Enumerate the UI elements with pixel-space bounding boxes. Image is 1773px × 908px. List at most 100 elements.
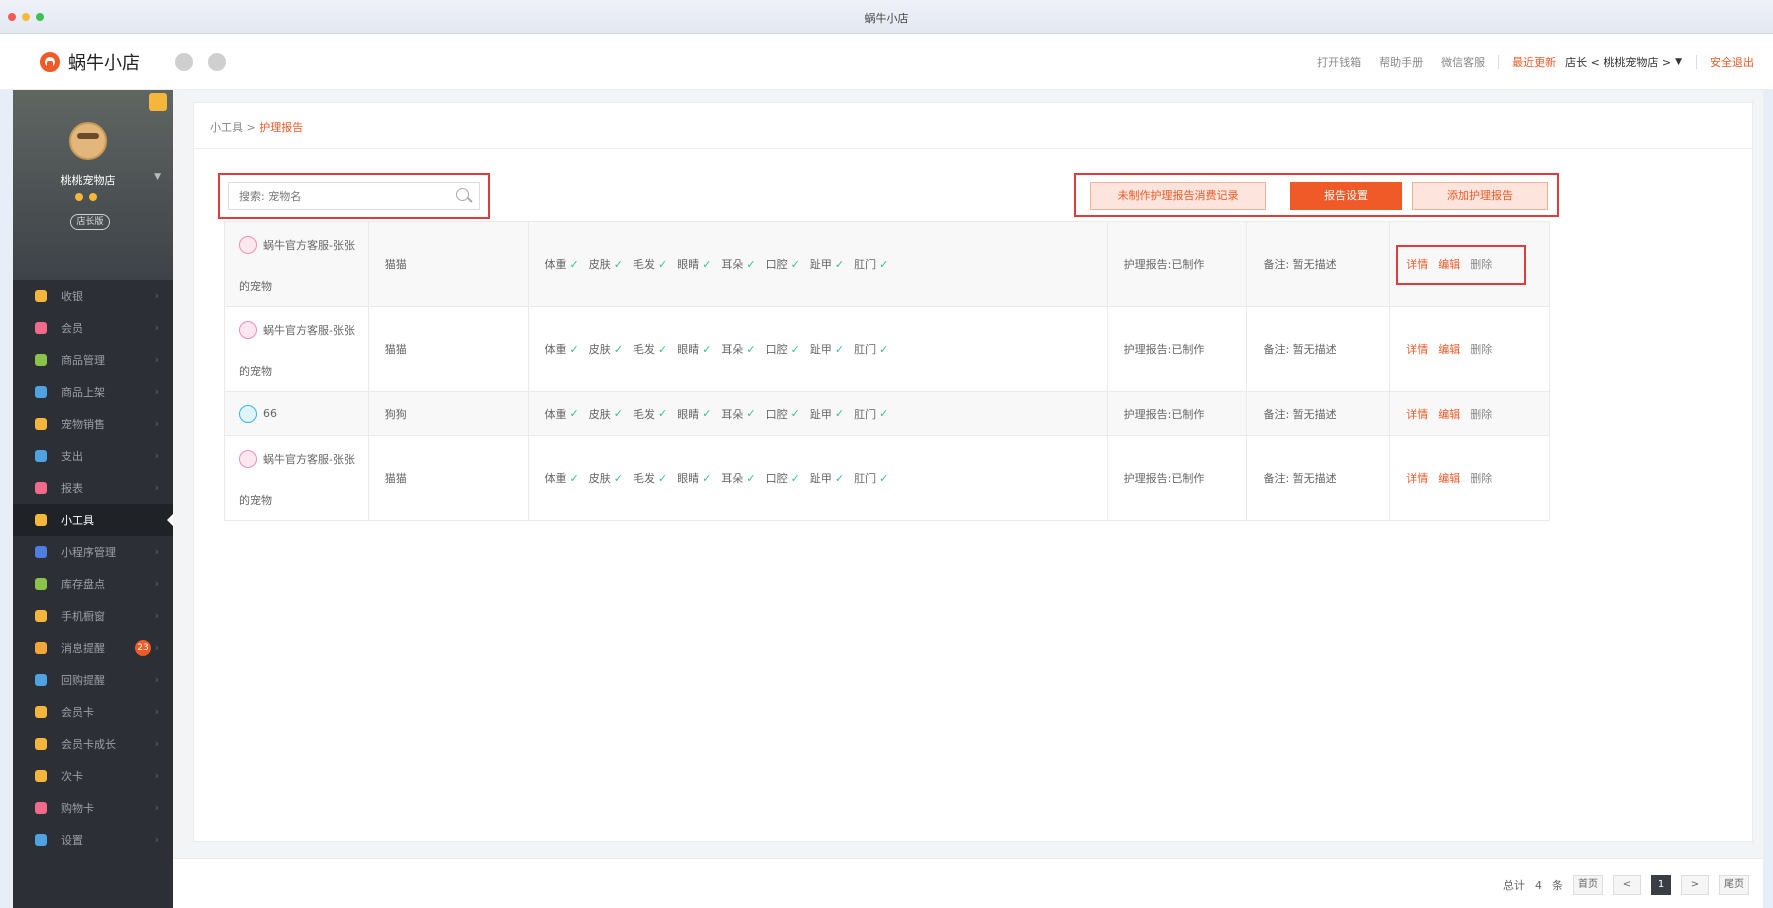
sidebar-item[interactable]: 小程序管理 ›	[13, 536, 173, 568]
nav-back-button[interactable]	[175, 53, 193, 71]
delete-link[interactable]: 删除	[1470, 341, 1492, 357]
edit-link[interactable]: 编辑	[1438, 341, 1460, 357]
checkmark-icon: ✓	[834, 407, 845, 420]
pet-name-text: 蜗牛官方客服-张张	[263, 324, 355, 337]
shop-name[interactable]: 桃桃宠物店	[13, 172, 163, 188]
chevron-down-icon[interactable]: ▼	[1675, 57, 1682, 67]
nav-forward-button[interactable]	[208, 53, 226, 71]
menu-item-icon	[35, 450, 47, 462]
sidebar-item[interactable]: 宠物销售 ›	[13, 408, 173, 440]
sidebar-item[interactable]: 支出 ›	[13, 440, 173, 472]
sidebar-item[interactable]: 会员 ›	[13, 312, 173, 344]
report-settings-button[interactable]: 报告设置	[1290, 182, 1402, 210]
operations-cell: 详情 编辑 删除	[1390, 222, 1549, 306]
row-actions: 详情 编辑 删除	[1406, 341, 1492, 357]
sidebar-item[interactable]: 收银 ›	[13, 280, 173, 312]
edit-link[interactable]: 编辑	[1438, 406, 1460, 422]
breadcrumb-parent[interactable]: 小工具	[210, 121, 243, 134]
sidebar-item[interactable]: 设置 ›	[13, 824, 173, 856]
check-item-label: 耳朵	[721, 258, 744, 271]
checkmark-icon: ✓	[746, 342, 756, 356]
pagination: 总计 4 条 首页 < 1 > 尾页	[1503, 875, 1749, 895]
sidebar-item[interactable]: 报表 ›	[13, 472, 173, 504]
check-item-label: 趾甲	[809, 258, 832, 271]
edit-link[interactable]: 编辑	[1438, 470, 1460, 486]
menu-item-icon	[35, 706, 47, 718]
check-item: 耳朵 ✓	[721, 470, 755, 486]
checkmark-icon: ✓	[569, 407, 579, 420]
pet-type-cell: 猫猫	[369, 436, 529, 520]
detail-link[interactable]: 详情	[1406, 470, 1428, 486]
delete-link[interactable]: 删除	[1470, 406, 1492, 422]
sidebar-item-label: 手机橱窗	[61, 610, 105, 623]
check-item-label: 肛门	[854, 407, 877, 421]
note-text: 备注: 暂无描述	[1263, 407, 1337, 421]
menu-item-icon	[35, 802, 47, 814]
sidebar-item[interactable]: 会员卡 ›	[13, 696, 173, 728]
sidebar-item[interactable]: 回购提醒 ›	[13, 664, 173, 696]
check-item-label: 皮肤	[588, 472, 611, 485]
pet-name-cell: 66	[225, 392, 369, 435]
check-items-cell: 体重 ✓ 皮肤 ✓ 毛发 ✓ 眼睛 ✓ 耳朵 ✓ 口腔 ✓ 趾甲 ✓ 肛门 ✓	[529, 436, 1108, 520]
sidebar-item[interactable]: 次卡 ›	[13, 760, 173, 792]
note-text: 备注: 暂无描述	[1263, 472, 1337, 485]
check-item-label: 口腔	[765, 472, 788, 485]
row-actions: 详情 编辑 删除	[1406, 406, 1492, 422]
menu-item-icon	[35, 546, 47, 558]
report-status-cell: 护理报告:已制作	[1108, 222, 1248, 306]
wechat-service-link[interactable]: 微信客服	[1432, 54, 1494, 70]
prev-page-button[interactable]: <	[1613, 875, 1641, 895]
help-manual-link[interactable]: 帮助手册	[1370, 54, 1432, 70]
open-cashbox-link[interactable]: 打开钱箱	[1308, 54, 1370, 70]
pet-type-cell: 猫猫	[369, 307, 529, 391]
sidebar-item[interactable]: 手机橱窗 ›	[13, 600, 173, 632]
menu-item-icon	[35, 578, 47, 590]
check-item: 口腔 ✓	[766, 256, 800, 272]
table-row: 蜗牛官方客服-张张 的宠物 猫猫 体重 ✓ 皮肤 ✓ 毛发 ✓ 眼睛 ✓ 耳朵 ✓ 口腔 ✓ 趾甲 ✓ 肛门 ✓ 护理…	[225, 307, 1549, 392]
pet-name-suffix: 的宠物	[239, 494, 272, 507]
shop-switcher[interactable]: 店长 < 桃桃宠物店 >	[1565, 54, 1671, 70]
check-item-label: 耳朵	[721, 472, 744, 485]
search-input[interactable]	[229, 183, 439, 209]
next-page-button[interactable]: >	[1681, 875, 1709, 895]
check-items: 体重 ✓ 皮肤 ✓ 毛发 ✓ 眼睛 ✓ 耳朵 ✓ 口腔 ✓ 趾甲 ✓ 肛门 ✓	[545, 470, 889, 486]
add-care-report-button[interactable]: 添加护理报告	[1412, 182, 1548, 210]
first-page-button[interactable]: 首页	[1573, 875, 1603, 895]
sidebar-item[interactable]: 库存盘点 ›	[13, 568, 173, 600]
sidebar-item[interactable]: 消息提醒 23 ›	[13, 632, 173, 664]
note-cell: 备注: 暂无描述	[1247, 392, 1391, 435]
last-page-button[interactable]: 尾页	[1719, 875, 1749, 895]
operations-cell: 详情 编辑 删除	[1390, 392, 1549, 435]
search-icon[interactable]	[456, 188, 469, 201]
breadcrumb-separator: >	[246, 121, 256, 134]
main-content: 小工具 > 护理报告 未制作护理报告消费记录 报告设置 添加护理报告 蜗牛官方客…	[173, 90, 1763, 908]
check-item-label: 体重	[544, 343, 567, 356]
recent-update-link[interactable]: 最近更新	[1503, 54, 1565, 70]
total-label: 总计	[1503, 879, 1525, 892]
detail-link[interactable]: 详情	[1406, 406, 1428, 422]
sidebar-item-label: 消息提醒	[61, 642, 105, 655]
avatar[interactable]	[69, 122, 107, 160]
check-item: 耳朵 ✓	[721, 256, 755, 272]
sidebar-menu: 收银 › 会员 › 商品管理 › 商品上架 › 宠物销售 › 支出 › 报表 › 小工具 小程序管理 › 库存盘点…	[13, 280, 173, 856]
unmade-report-records-button[interactable]: 未制作护理报告消费记录	[1090, 182, 1266, 210]
sidebar-item[interactable]: 商品管理 ›	[13, 344, 173, 376]
checkmark-icon: ✓	[834, 471, 845, 485]
page-number-current[interactable]: 1	[1651, 875, 1671, 895]
sidebar-item[interactable]: 购物卡 ›	[13, 792, 173, 824]
chevron-down-icon[interactable]: ▼	[154, 172, 161, 182]
detail-link[interactable]: 详情	[1406, 341, 1428, 357]
check-item: 体重 ✓	[545, 470, 579, 486]
sidebar-item[interactable]: 商品上架 ›	[13, 376, 173, 408]
sidebar-item[interactable]: 会员卡成长 ›	[13, 728, 173, 760]
check-item: 皮肤 ✓	[589, 470, 623, 486]
total-count: 4	[1535, 878, 1542, 892]
check-item-label: 趾甲	[809, 472, 832, 485]
check-item: 皮肤 ✓	[589, 406, 623, 422]
delete-link[interactable]: 删除	[1470, 470, 1492, 486]
sidebar-item[interactable]: 小工具	[13, 504, 173, 536]
checkmark-icon: ✓	[613, 342, 623, 356]
check-item-label: 口腔	[765, 343, 788, 356]
logout-link[interactable]: 安全退出	[1701, 54, 1763, 70]
chevron-right-icon: ›	[154, 705, 159, 718]
